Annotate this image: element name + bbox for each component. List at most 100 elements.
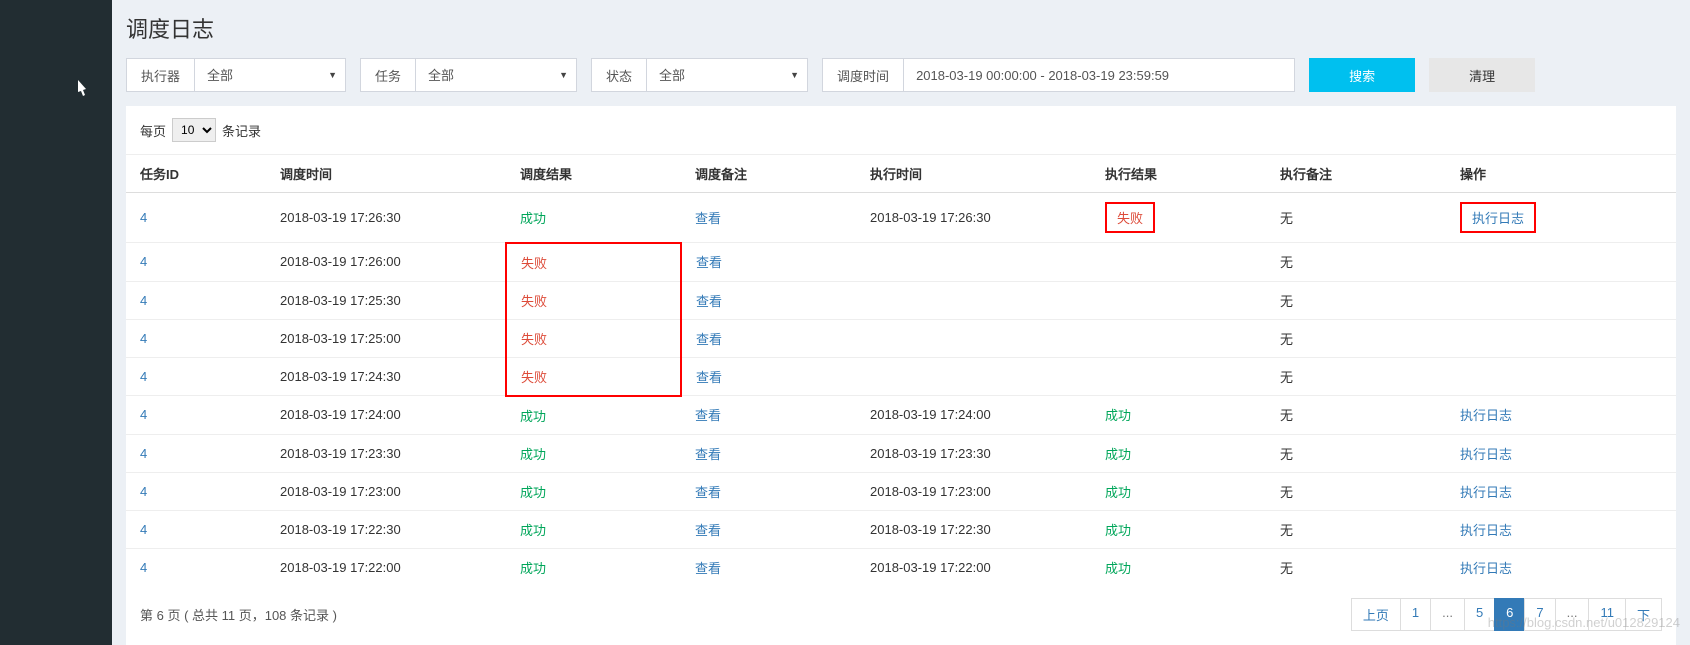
exec-log-link[interactable]: 执行日志 — [1460, 202, 1536, 233]
table-row: 42018-03-19 17:23:00成功查看2018-03-19 17:23… — [126, 472, 1676, 510]
table-row: 42018-03-19 17:23:30成功查看2018-03-19 17:23… — [126, 434, 1676, 472]
dispatch-time-cell: 2018-03-19 17:24:00 — [266, 396, 506, 435]
view-link[interactable]: 查看 — [696, 255, 722, 270]
exec-note-cell: 无 — [1266, 434, 1446, 472]
table-row: 42018-03-19 17:26:30成功查看2018-03-19 17:26… — [126, 193, 1676, 243]
task-id-link[interactable]: 4 — [140, 254, 147, 269]
task-id-link[interactable]: 4 — [140, 210, 147, 225]
page-button[interactable]: 6 — [1494, 598, 1525, 631]
search-button[interactable]: 搜索 — [1309, 58, 1415, 92]
dispatch-time-cell: 2018-03-19 17:26:30 — [266, 193, 506, 243]
exec-time-cell — [856, 357, 1091, 396]
table-footer: 第 6 页 ( 总共 11 页，108 条记录 ) 上页1...567...11… — [126, 586, 1676, 631]
dispatch-time-cell: 2018-03-19 17:22:00 — [266, 548, 506, 586]
filter-time-input[interactable] — [904, 59, 1294, 91]
length-suffix: 条记录 — [222, 121, 261, 140]
length-select[interactable]: 10 — [172, 118, 216, 142]
exec-note-cell: 无 — [1266, 472, 1446, 510]
view-link[interactable]: 查看 — [695, 485, 721, 500]
op-cell — [1446, 319, 1676, 357]
op-cell: 执行日志 — [1446, 472, 1676, 510]
exec-time-cell: 2018-03-19 17:24:00 — [856, 396, 1091, 435]
dispatch-result-cell: 失败 — [506, 243, 681, 282]
exec-log-link[interactable]: 执行日志 — [1460, 485, 1512, 500]
op-cell: 执行日志 — [1446, 548, 1676, 586]
op-cell — [1446, 357, 1676, 396]
col-task-id: 任务ID — [126, 155, 266, 193]
exec-time-cell — [856, 243, 1091, 282]
view-link[interactable]: 查看 — [695, 408, 721, 423]
exec-note-cell: 无 — [1266, 319, 1446, 357]
dispatch-result-cell: 成功 — [506, 548, 681, 586]
page-button[interactable]: 11 — [1588, 598, 1626, 631]
view-link[interactable]: 查看 — [696, 332, 722, 347]
view-link[interactable]: 查看 — [696, 370, 722, 385]
exec-time-cell: 2018-03-19 17:23:00 — [856, 472, 1091, 510]
page-button[interactable]: 上页 — [1351, 598, 1401, 631]
table-header-row: 任务ID 调度时间 调度结果 调度备注 执行时间 执行结果 执行备注 操作 — [126, 155, 1676, 193]
table-row: 42018-03-19 17:22:00成功查看2018-03-19 17:22… — [126, 548, 1676, 586]
exec-time-cell — [856, 319, 1091, 357]
task-id-link[interactable]: 4 — [140, 331, 147, 346]
filter-status-label: 状态 — [592, 59, 647, 91]
filter-executor-select[interactable]: 全部 — [195, 59, 345, 91]
clear-button[interactable]: 清理 — [1429, 58, 1535, 92]
page-button[interactable]: 下 — [1625, 598, 1662, 631]
dispatch-result-cell: 成功 — [506, 434, 681, 472]
dispatch-result-cell: 失败 — [506, 319, 681, 357]
exec-log-link[interactable]: 执行日志 — [1460, 523, 1512, 538]
pointer-cursor-icon — [72, 78, 90, 105]
exec-time-cell — [856, 281, 1091, 319]
exec-result-cell — [1091, 319, 1266, 357]
col-exec-note: 执行备注 — [1266, 155, 1446, 193]
view-link[interactable]: 查看 — [695, 561, 721, 576]
col-dispatch-note: 调度备注 — [681, 155, 856, 193]
task-id-link[interactable]: 4 — [140, 369, 147, 384]
main-content: 调度日志 执行器 全部 任务 全部 状态 全部 调度时间 搜索 清理 — [112, 0, 1690, 645]
exec-result-cell: 成功 — [1091, 434, 1266, 472]
view-link[interactable]: 查看 — [695, 523, 721, 538]
task-id-link[interactable]: 4 — [140, 560, 147, 575]
view-link[interactable]: 查看 — [695, 211, 721, 226]
page-title: 调度日志 — [112, 0, 1690, 58]
dispatch-time-cell: 2018-03-19 17:23:30 — [266, 434, 506, 472]
filter-time: 调度时间 — [822, 58, 1295, 92]
dispatch-time-cell: 2018-03-19 17:23:00 — [266, 472, 506, 510]
view-link[interactable]: 查看 — [696, 294, 722, 309]
op-cell: 执行日志 — [1446, 193, 1676, 243]
table-row: 42018-03-19 17:22:30成功查看2018-03-19 17:22… — [126, 510, 1676, 548]
task-id-link[interactable]: 4 — [140, 407, 147, 422]
exec-note-cell: 无 — [1266, 281, 1446, 319]
dispatch-time-cell: 2018-03-19 17:25:30 — [266, 281, 506, 319]
col-op: 操作 — [1446, 155, 1676, 193]
task-id-link[interactable]: 4 — [140, 484, 147, 499]
dispatch-result-cell: 失败 — [506, 281, 681, 319]
exec-log-link[interactable]: 执行日志 — [1460, 408, 1512, 423]
filter-status-select[interactable]: 全部 — [647, 59, 807, 91]
page-button[interactable]: 1 — [1400, 598, 1431, 631]
exec-time-cell: 2018-03-19 17:26:30 — [856, 193, 1091, 243]
table-row: 42018-03-19 17:24:30失败查看无 — [126, 357, 1676, 396]
op-cell — [1446, 243, 1676, 282]
exec-log-link[interactable]: 执行日志 — [1460, 447, 1512, 462]
table-row: 42018-03-19 17:24:00成功查看2018-03-19 17:24… — [126, 396, 1676, 435]
exec-result-cell — [1091, 243, 1266, 282]
filter-task-select[interactable]: 全部 — [416, 59, 576, 91]
length-prefix: 每页 — [140, 121, 166, 140]
table-row: 42018-03-19 17:25:00失败查看无 — [126, 319, 1676, 357]
op-cell: 执行日志 — [1446, 396, 1676, 435]
exec-result-cell — [1091, 357, 1266, 396]
op-cell — [1446, 281, 1676, 319]
op-cell: 执行日志 — [1446, 510, 1676, 548]
col-dispatch-time: 调度时间 — [266, 155, 506, 193]
page-button[interactable]: 7 — [1524, 598, 1555, 631]
task-id-link[interactable]: 4 — [140, 522, 147, 537]
col-dispatch-result: 调度结果 — [506, 155, 681, 193]
view-link[interactable]: 查看 — [695, 447, 721, 462]
task-id-link[interactable]: 4 — [140, 293, 147, 308]
exec-log-link[interactable]: 执行日志 — [1460, 561, 1512, 576]
task-id-link[interactable]: 4 — [140, 446, 147, 461]
page-button[interactable]: 5 — [1464, 598, 1495, 631]
exec-note-cell: 无 — [1266, 396, 1446, 435]
filter-executor: 执行器 全部 — [126, 58, 346, 92]
